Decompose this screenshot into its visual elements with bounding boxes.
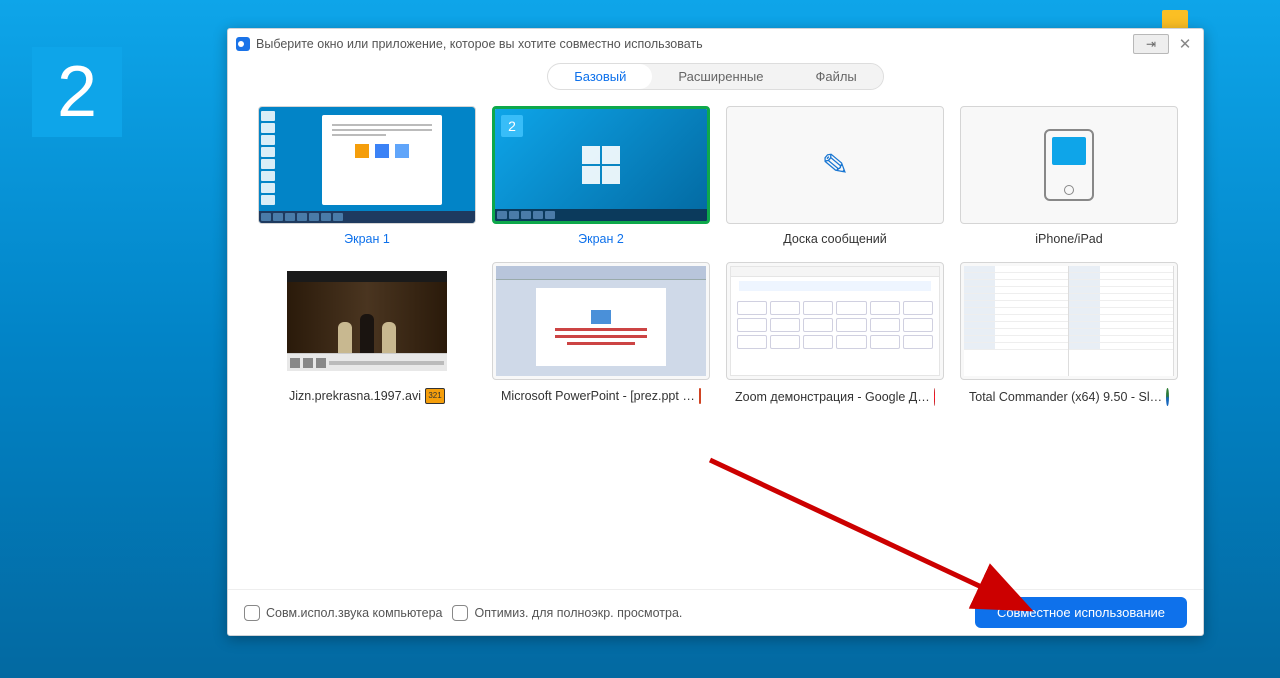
powerpoint-icon xyxy=(699,388,701,404)
tile-label: Zoom демонстрация - Google Д… xyxy=(735,388,935,406)
tile-label: iPhone/iPad xyxy=(1035,232,1102,246)
opera-icon xyxy=(934,388,935,406)
pencil-icon: ✎ xyxy=(820,145,850,185)
zoom-logo-icon xyxy=(236,37,250,51)
tile-label: Jizn.prekrasna.1997.avi321 xyxy=(289,388,445,404)
tile-label: Экран 2 xyxy=(578,232,624,246)
footer-bar: Совм.испол.звука компьютера Оптимиз. для… xyxy=(228,589,1203,635)
tile-label: Total Commander (x64) 9.50 - Sl… xyxy=(969,388,1169,406)
share-screen-window: Выберите окно или приложение, которое вы… xyxy=(227,28,1204,636)
mpc-icon: 321 xyxy=(425,388,445,404)
checkbox-share-audio[interactable]: Совм.испол.звука компьютера xyxy=(244,605,442,621)
desktop-folder-icon xyxy=(1162,10,1188,30)
tile-app-browser[interactable]: Zoom демонстрация - Google Д… xyxy=(726,262,944,406)
checkbox-icon xyxy=(452,605,468,621)
tab-files[interactable]: Файлы xyxy=(789,64,882,89)
tile-app-totalcommander[interactable]: Total Commander (x64) 9.50 - Sl… xyxy=(960,262,1178,406)
share-options-grid: Экран 1 2 Экран 2 ✎ Доска сообщений iPho… xyxy=(228,100,1203,412)
checkbox-optimize-video[interactable]: Оптимиз. для полноэкр. просмотра. xyxy=(452,605,682,621)
tile-screen-2[interactable]: 2 Экран 2 xyxy=(492,106,710,246)
checkbox-label: Совм.испол.звука компьютера xyxy=(266,606,442,620)
totalcommander-icon xyxy=(1166,388,1169,406)
tab-basic[interactable]: Базовый xyxy=(548,64,652,89)
tile-app-powerpoint[interactable]: Microsoft PowerPoint - [prez.ppt … xyxy=(492,262,710,406)
window-title: Выберите окно или приложение, которое вы… xyxy=(256,37,703,51)
close-icon[interactable]: ✕ xyxy=(1175,34,1195,54)
tile-whiteboard[interactable]: ✎ Доска сообщений xyxy=(726,106,944,246)
tile-iphone-ipad[interactable]: iPhone/iPad xyxy=(960,106,1178,246)
tile-label: Microsoft PowerPoint - [prez.ppt … xyxy=(501,388,701,404)
screen-badge-icon: 2 xyxy=(501,115,523,137)
checkbox-icon xyxy=(244,605,260,621)
phone-icon xyxy=(1044,129,1094,201)
tile-label: Доска сообщений xyxy=(783,232,886,246)
tile-app-video[interactable]: Jizn.prekrasna.1997.avi321 xyxy=(258,262,476,406)
tab-bar: Базовый Расширенные Файлы xyxy=(228,59,1203,100)
step-badge: 2 xyxy=(32,47,122,137)
checkbox-label: Оптимиз. для полноэкр. просмотра. xyxy=(474,606,682,620)
pin-button[interactable]: ⇥ xyxy=(1133,34,1169,54)
tile-screen-1[interactable]: Экран 1 xyxy=(258,106,476,246)
titlebar: Выберите окно или приложение, которое вы… xyxy=(228,29,1203,59)
tab-advanced[interactable]: Расширенные xyxy=(652,64,789,89)
tile-label: Экран 1 xyxy=(344,232,390,246)
share-button[interactable]: Совместное использование xyxy=(975,597,1187,628)
